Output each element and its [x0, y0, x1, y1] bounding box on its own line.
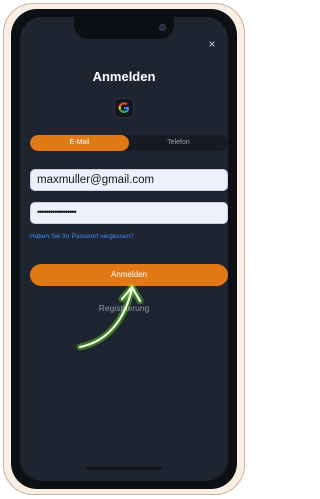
- home-indicator: [86, 467, 162, 470]
- phone-notch: [74, 17, 174, 39]
- login-method-tabs: E-Mail Telefon: [30, 135, 228, 151]
- pointer-arrow-icon: [76, 283, 144, 351]
- google-icon: [118, 102, 129, 113]
- camera-icon: [159, 24, 166, 31]
- google-login-button[interactable]: [114, 98, 134, 118]
- tab-telefon[interactable]: Telefon: [129, 135, 228, 151]
- page-title: Anmelden: [92, 69, 156, 84]
- password-field[interactable]: ••••••••••••••••••: [30, 202, 228, 224]
- forgot-password-link[interactable]: Haben Sie Ihr Passwort vergessen?: [30, 233, 134, 240]
- login-screen: × Anmelden E-Mail Telefon maxmuller@gmai…: [20, 17, 228, 481]
- phone-bezel: × Anmelden E-Mail Telefon maxmuller@gmai…: [11, 9, 237, 489]
- phone-frame: × Anmelden E-Mail Telefon maxmuller@gmai…: [3, 3, 245, 495]
- email-field[interactable]: maxmuller@gmail.com: [30, 169, 228, 191]
- tab-email[interactable]: E-Mail: [30, 135, 129, 151]
- close-icon[interactable]: ×: [205, 37, 219, 51]
